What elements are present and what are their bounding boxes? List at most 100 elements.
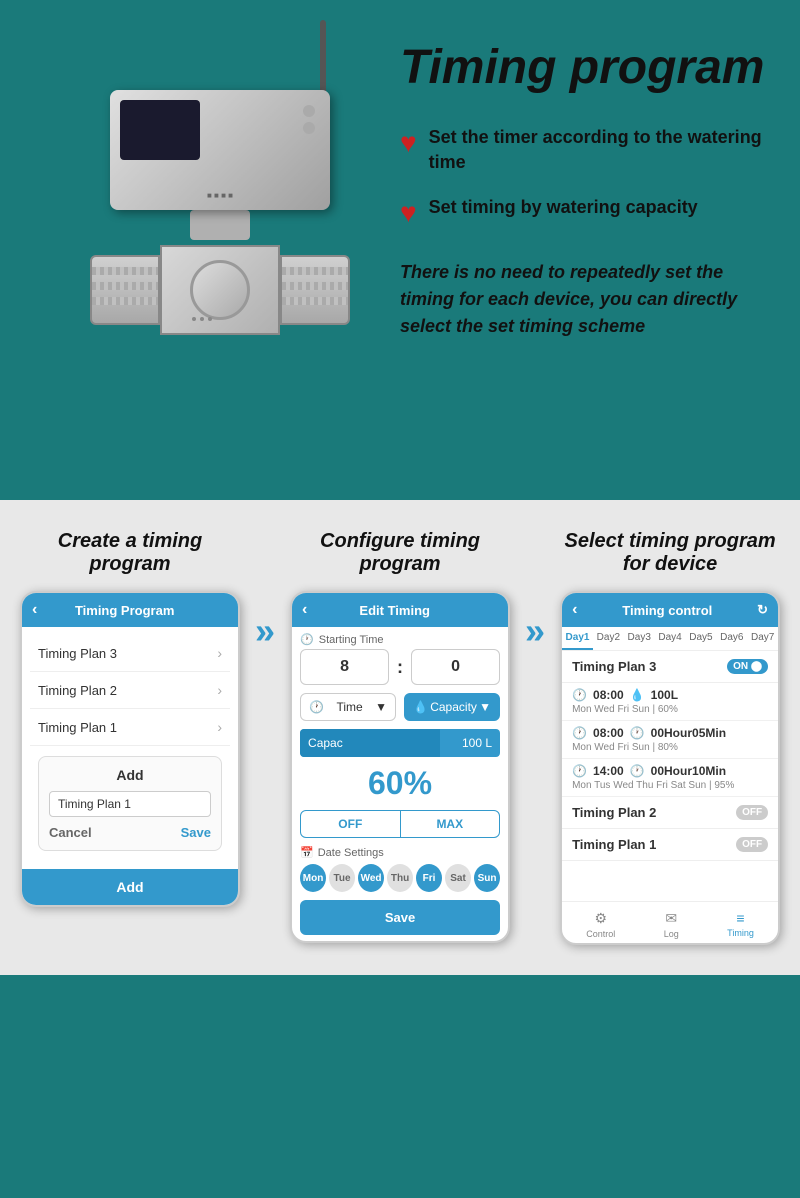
plan2-toggle[interactable]: OFF (736, 805, 768, 820)
day-tab-2[interactable]: Day2 (593, 627, 624, 650)
entry1-capacity-icon: 💧 (630, 688, 645, 702)
arrow-1: » (255, 530, 275, 652)
step3-title: Select timing programfor device (564, 530, 775, 576)
day-tab-1[interactable]: Day1 (562, 627, 593, 650)
refresh-icon[interactable]: ↻ (757, 602, 768, 618)
antenna (320, 20, 326, 100)
phone3-header: ‹ Timing control ↻ (562, 593, 778, 627)
day-thu[interactable]: Thu (387, 864, 413, 892)
day-tab-3[interactable]: Day3 (624, 627, 655, 650)
log-label: Log (664, 929, 679, 939)
day-sat[interactable]: Sat (445, 864, 471, 892)
day-tab-4[interactable]: Day4 (655, 627, 686, 650)
phone3: ‹ Timing control ↻ Day1 Day2 Day3 Day4 D… (560, 591, 780, 945)
step1-title: Create a timingprogram (58, 530, 202, 576)
capacity-type-select[interactable]: 💧 Capacity ▼ (404, 693, 500, 721)
off-button[interactable]: OFF (301, 811, 400, 837)
list-item-1[interactable]: Timing Plan 3 › (30, 635, 230, 672)
feature-text-2: Set timing by watering capacity (429, 195, 698, 220)
step1-column: Create a timingprogram ‹ Timing Program … (20, 530, 240, 907)
control-label: Control (586, 929, 615, 939)
capacity-label: Capac (308, 736, 343, 750)
save-button[interactable]: Save (181, 825, 211, 840)
bottom-section: Create a timingprogram ‹ Timing Program … (0, 500, 800, 975)
list-item-3[interactable]: Timing Plan 1 › (30, 709, 230, 746)
timing-entry-1-row1: 🕐 08:00 💧 100L (572, 688, 768, 702)
add-dialog: Add Cancel Save (38, 756, 222, 851)
calendar-icon: 📅 (300, 846, 314, 859)
footer-timing[interactable]: ≡ Timing (727, 910, 754, 939)
capacity-type-label: Capacity (430, 700, 477, 714)
chevron-icon-3: › (217, 719, 222, 735)
timing-entry-3-days: Mon Tus Wed Thu Fri Sat Sun | 95% (572, 780, 768, 791)
date-section: 📅 Date Settings Mon Tue Wed Thu Fri Sat … (300, 846, 500, 892)
day-wed[interactable]: Wed (358, 864, 384, 892)
clock-icon-small: 🕐 (309, 700, 324, 714)
list-item-1-label: Timing Plan 3 (38, 646, 117, 661)
day-sun[interactable]: Sun (474, 864, 500, 892)
dropdown-arrow-2: ▼ (479, 700, 491, 714)
day-tab-6[interactable]: Day6 (716, 627, 747, 650)
off-max-row: OFF MAX (300, 810, 500, 838)
type-row: 🕐 Time ▼ 💧 Capacity ▼ (300, 693, 500, 721)
phone1: ‹ Timing Program Timing Plan 3 › Timing … (20, 591, 240, 907)
plan1-name: Timing Plan 1 (572, 837, 656, 852)
entry3-capacity-icon: 🕐 (630, 764, 645, 778)
timing-entry-1: 🕐 08:00 💧 100L Mon Wed Fri Sun | 60% (562, 683, 778, 721)
capacity-bar[interactable]: Capac 100 L (300, 729, 500, 757)
arrow-2: » (525, 530, 545, 652)
day-tab-7[interactable]: Day7 (747, 627, 778, 650)
list-item-2-label: Timing Plan 2 (38, 683, 117, 698)
hour-box[interactable]: 8 (300, 649, 389, 685)
plan3-toggle[interactable]: ON ⬤ (727, 659, 768, 674)
dropdown-arrow: ▼ (375, 700, 387, 714)
phone2-title: Edit Timing (307, 603, 482, 618)
list-item-2[interactable]: Timing Plan 2 › (30, 672, 230, 709)
plan2-name: Timing Plan 2 (572, 805, 656, 820)
footer-log[interactable]: ✉ Log (664, 910, 679, 939)
day-circles: Mon Tue Wed Thu Fri Sat Sun (300, 864, 500, 892)
entry3-clock: 🕐 (572, 764, 587, 778)
timing-entry-2-row1: 🕐 08:00 🕐 00Hour05Min (572, 726, 768, 740)
step2-column: Configure timingprogram ‹ Edit Timing 🕐 … (290, 530, 510, 943)
day-tabs: Day1 Day2 Day3 Day4 Day5 Day6 Day7 (562, 627, 778, 651)
footer-control[interactable]: ⚙ Control (586, 910, 615, 939)
phone3-footer: ⚙ Control ✉ Log ≡ Timing (562, 901, 778, 943)
phone3-title: Timing control (622, 603, 712, 618)
day-tue[interactable]: Tue (329, 864, 355, 892)
add-dialog-buttons: Cancel Save (49, 825, 211, 840)
colon: : (397, 657, 403, 678)
save-timing-button[interactable]: Save (300, 900, 500, 935)
capacity-icon-small: 💧 (413, 700, 428, 714)
phone2-header: ‹ Edit Timing (292, 593, 508, 627)
right-content: Timing program ♥ Set the timer according… (390, 20, 800, 360)
plan3-name: Timing Plan 3 (572, 659, 656, 674)
day-mon[interactable]: Mon (300, 864, 326, 892)
plan-name-input[interactable] (49, 791, 211, 817)
top-section: ■ ■ ■ ■ (0, 0, 800, 500)
max-button[interactable]: MAX (400, 811, 500, 837)
add-plan-button[interactable]: Add (22, 869, 238, 905)
day-fri[interactable]: Fri (416, 864, 442, 892)
description-text: There is no need to repeatedly set the t… (400, 259, 770, 340)
entry2-capacity-icon: 🕐 (630, 726, 645, 740)
cancel-button[interactable]: Cancel (49, 825, 92, 840)
minute-box[interactable]: 0 (411, 649, 500, 685)
log-icon: ✉ (665, 910, 677, 927)
timing-entry-2: 🕐 08:00 🕐 00Hour05Min Mon Wed Fri Sun | … (562, 721, 778, 759)
device-image: ■ ■ ■ ■ (10, 20, 390, 470)
timing-entry-3-row1: 🕐 14:00 🕐 00Hour10Min (572, 764, 768, 778)
entry1-time: 08:00 (593, 688, 624, 702)
timing-entry-3: 🕐 14:00 🕐 00Hour10Min Mon Tus Wed Thu Fr… (562, 759, 778, 797)
chevron-icon-1: › (217, 645, 222, 661)
entry2-duration: 00Hour05Min (651, 726, 726, 740)
feature-item-2: ♥ Set timing by watering capacity (400, 195, 770, 229)
day-tab-5[interactable]: Day5 (686, 627, 717, 650)
solar-panel (120, 100, 200, 160)
time-type-select[interactable]: 🕐 Time ▼ (300, 693, 396, 721)
capacity-bar-fill: Capac (300, 729, 440, 757)
entry3-time: 14:00 (593, 764, 624, 778)
back-icon-3: ‹ (572, 601, 577, 619)
plan1-toggle[interactable]: OFF (736, 837, 768, 852)
add-dialog-title: Add (49, 767, 211, 783)
